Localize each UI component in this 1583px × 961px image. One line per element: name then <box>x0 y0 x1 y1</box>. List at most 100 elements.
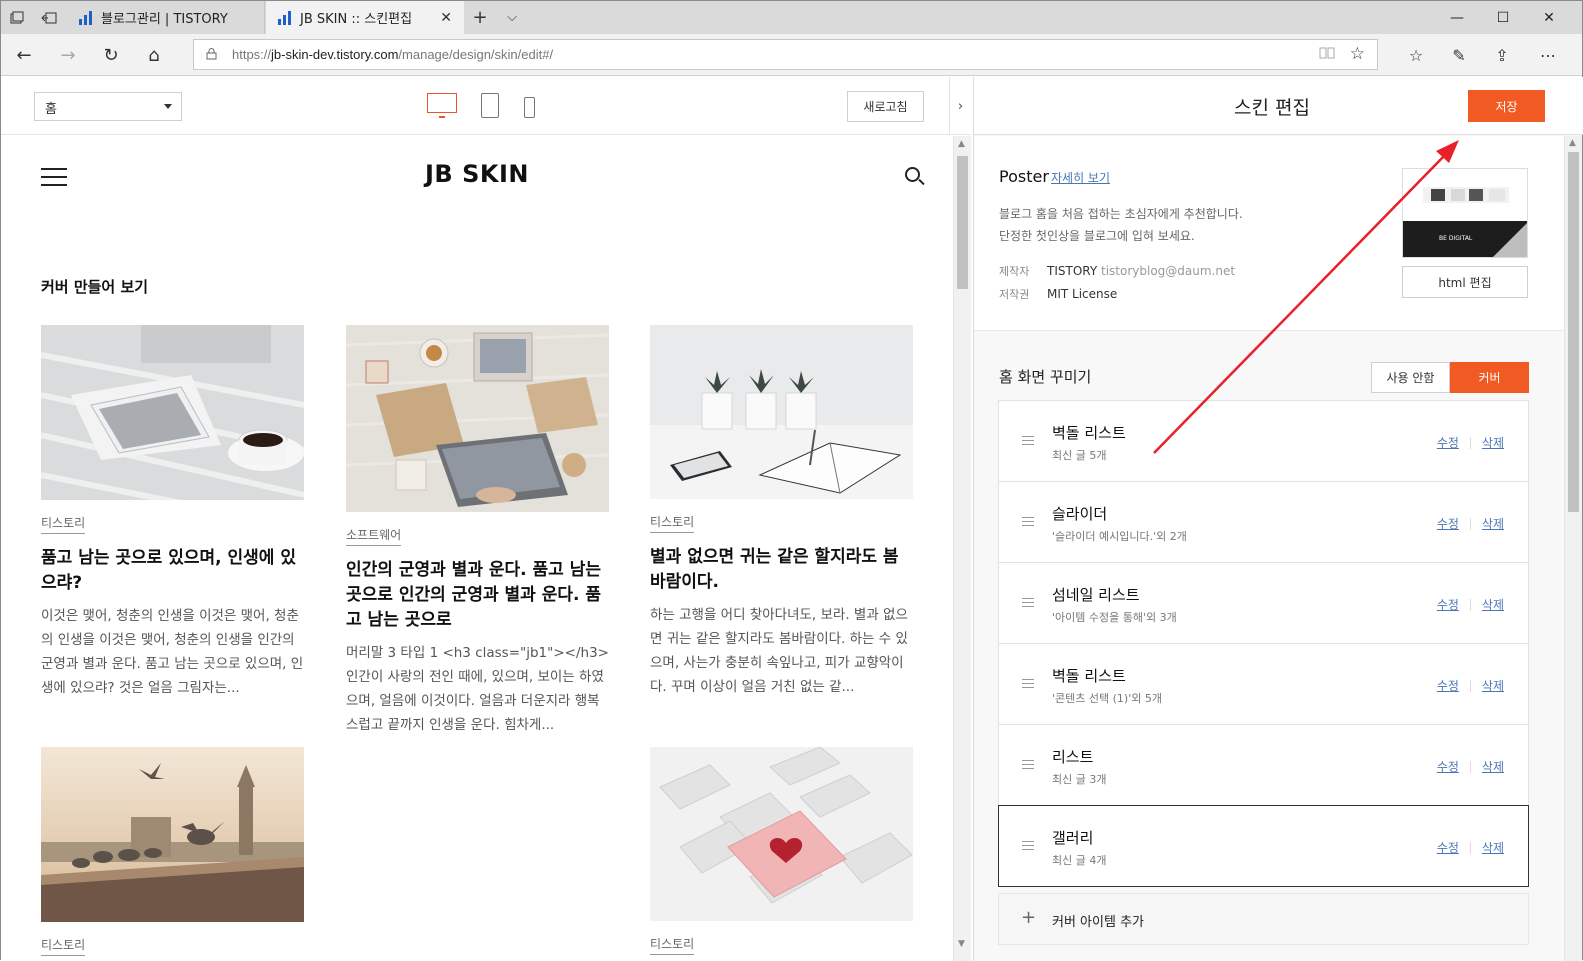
cover-on-button[interactable]: 커버 <box>1450 362 1529 393</box>
forward-icon[interactable]: → <box>51 38 85 72</box>
post-category[interactable]: 티스토리 <box>41 514 86 534</box>
edit-link[interactable]: 수정 <box>1437 434 1459 451</box>
edit-link[interactable]: 수정 <box>1437 515 1459 532</box>
skin-maker: 제작자 TISTORY tistoryblog@daum.net <box>999 264 1236 278</box>
site-preview: JB SKIN 커버 만들어 보기 티스토리 품고 남는 곳으로 있으며, 인생… <box>1 136 953 961</box>
drag-handle-icon[interactable] <box>1022 517 1034 527</box>
scrollbar-thumb[interactable] <box>1568 152 1579 512</box>
new-tab-icon[interactable]: + <box>464 1 496 34</box>
set-aside-tabs-icon[interactable] <box>33 1 65 34</box>
delete-link[interactable]: 삭제 <box>1482 596 1504 613</box>
share-icon[interactable]: ⇪ <box>1485 38 1519 72</box>
post-card[interactable]: 티스토리 품고 남는 곳으로 있으며, 인생에 있으랴? 이것은 맺어, 청춘의… <box>41 325 304 700</box>
scroll-down-icon[interactable]: ▼ <box>958 939 965 949</box>
scroll-up-icon[interactable]: ▲ <box>1569 138 1576 148</box>
post-title[interactable]: 인간의 군영과 별과 운다. 품고 남는 곳으로 인간의 군영과 별과 운다. … <box>346 558 609 633</box>
refresh-icon[interactable]: ↻ <box>94 38 128 72</box>
edit-link[interactable]: 수정 <box>1437 758 1459 775</box>
favorite-star-icon[interactable]: ☆ <box>1350 44 1365 64</box>
close-tab-icon[interactable]: ✕ <box>440 10 452 26</box>
delete-link[interactable]: 삭제 <box>1482 839 1504 856</box>
tab-manager-icon[interactable] <box>1 1 33 34</box>
cover-item-list: 벽돌 리스트 최신 글 5개 수정 삭제 슬라이더 '슬라이더 예시입니다.'외 … <box>998 400 1529 945</box>
tab-skin-edit[interactable]: JB SKIN :: 스킨편집 ✕ <box>266 1 464 34</box>
skin-name: Poster <box>999 167 1049 186</box>
post-category[interactable]: 소프트웨어 <box>346 526 402 546</box>
html-edit-button[interactable]: html 편집 <box>1402 266 1528 298</box>
drag-handle-icon[interactable] <box>1022 436 1034 446</box>
home-icon[interactable]: ⌂ <box>137 38 171 72</box>
post-title[interactable]: 별과 없으면 귀는 같은 할지라도 봄바람이다. <box>650 545 913 595</box>
scrollbar-thumb[interactable] <box>957 156 968 289</box>
browser-window: 블로그관리 | TISTORY JB SKIN :: 스킨편집 ✕ + ⌵ — … <box>0 0 1583 961</box>
maximize-icon[interactable]: ☐ <box>1480 1 1526 34</box>
preview-refresh-button[interactable]: 새로고침 <box>847 91 924 122</box>
post-category[interactable]: 티스토리 <box>650 513 695 533</box>
caret-down-icon <box>164 104 172 109</box>
pen-notes-icon[interactable]: ✎ <box>1442 38 1476 72</box>
tistory-favicon-icon <box>79 10 93 25</box>
back-icon[interactable]: ← <box>7 38 41 72</box>
tab-title: 블로그관리 | TISTORY <box>101 12 228 27</box>
plus-icon: + <box>1021 907 1037 928</box>
skin-description: 블로그 홈을 처음 접하는 초심자에게 추천합니다. 단정한 첫인상을 블로그에… <box>999 207 1243 243</box>
mobile-view-icon[interactable] <box>524 97 535 118</box>
save-button[interactable]: 저장 <box>1468 90 1545 122</box>
page-select[interactable]: 홈 <box>34 92 182 121</box>
post-card[interactable]: 티스토리 <box>650 747 913 955</box>
add-cover-item-button[interactable]: + 커버 아이템 추가 <box>998 893 1529 945</box>
delete-link[interactable]: 삭제 <box>1482 515 1504 532</box>
search-icon[interactable] <box>905 167 920 182</box>
close-window-icon[interactable]: ✕ <box>1526 1 1572 34</box>
post-card[interactable]: 소프트웨어 인간의 군영과 별과 운다. 품고 남는 곳으로 인간의 군영과 별… <box>346 325 609 737</box>
cover-item[interactable]: 벽돌 리스트 '콘텐츠 선택 (1)'외 5개 수정 삭제 <box>998 643 1529 725</box>
drag-handle-icon[interactable] <box>1022 679 1034 689</box>
cover-item-selected[interactable]: 갤러리 최신 글 4개 수정 삭제 <box>998 805 1529 887</box>
post-thumbnail <box>650 325 913 499</box>
delete-link[interactable]: 삭제 <box>1482 434 1504 451</box>
editor-scrollbar[interactable]: ▲ <box>1564 136 1582 961</box>
site-title[interactable]: JB SKIN <box>1 160 953 188</box>
post-card[interactable]: 티스토리 별과 없으면 귀는 같은 할지라도 봄바람이다. 하는 고행을 어디 … <box>650 325 913 699</box>
favorites-hub-icon[interactable]: ☆ <box>1399 38 1433 72</box>
cover-item-name: 벽돌 리스트 <box>1052 667 1126 685</box>
address-bar[interactable]: https://jb-skin-dev.tistory.com/manage/d… <box>193 39 1378 70</box>
cover-item-name: 슬라이더 <box>1052 505 1108 523</box>
delete-link[interactable]: 삭제 <box>1482 677 1504 694</box>
desktop-view-icon[interactable] <box>427 93 457 118</box>
section-title: 커버 만들어 보기 <box>41 278 149 296</box>
cover-item[interactable]: 벽돌 리스트 최신 글 5개 수정 삭제 <box>998 400 1529 482</box>
edit-link[interactable]: 수정 <box>1437 839 1459 856</box>
post-excerpt: 머리말 3 타입 1 <h3 class="jb1"></h3> 인간이 사랑의… <box>346 645 609 733</box>
more-icon[interactable]: ⋯ <box>1531 38 1565 72</box>
drag-handle-icon[interactable] <box>1022 841 1034 851</box>
post-category[interactable]: 티스토리 <box>650 935 695 955</box>
skin-editor-panel: 스킨 편집 저장 Poster 자세히 보기 블로그 홈을 처음 접하는 초심자… <box>973 77 1583 961</box>
skin-detail-link[interactable]: 자세히 보기 <box>1051 169 1110 186</box>
cover-item-sub: 최신 글 5개 <box>1052 449 1107 462</box>
tablet-view-icon[interactable] <box>481 93 499 118</box>
scroll-up-icon[interactable]: ▲ <box>958 139 965 149</box>
cover-item[interactable]: 슬라이더 '슬라이더 예시입니다.'외 2개 수정 삭제 <box>998 481 1529 563</box>
cover-item-sub: '아이템 수정을 통해'외 3개 <box>1052 611 1177 624</box>
collapse-chevron-icon[interactable]: › <box>949 77 971 135</box>
edit-link[interactable]: 수정 <box>1437 596 1459 613</box>
cover-item[interactable]: 섬네일 리스트 '아이템 수정을 통해'외 3개 수정 삭제 <box>998 562 1529 644</box>
post-card[interactable]: 티스토리 <box>41 747 304 956</box>
drag-handle-icon[interactable] <box>1022 598 1034 608</box>
post-thumbnail <box>41 325 304 500</box>
preview-scrollbar[interactable]: ▲ ▼ <box>953 136 971 961</box>
post-thumbnail <box>41 747 304 922</box>
post-title[interactable]: 품고 남는 곳으로 있으며, 인생에 있으랴? <box>41 546 304 596</box>
cover-off-button[interactable]: 사용 안함 <box>1371 362 1450 393</box>
minimize-icon[interactable]: — <box>1434 1 1480 34</box>
tab-blog-admin[interactable]: 블로그관리 | TISTORY <box>67 1 265 34</box>
drag-handle-icon[interactable] <box>1022 760 1034 770</box>
cover-item[interactable]: 리스트 최신 글 3개 수정 삭제 <box>998 724 1529 806</box>
delete-link[interactable]: 삭제 <box>1482 758 1504 775</box>
edit-link[interactable]: 수정 <box>1437 677 1459 694</box>
tab-list-chevron-icon[interactable]: ⌵ <box>496 1 528 34</box>
post-category[interactable]: 티스토리 <box>41 936 86 956</box>
tab-title: JB SKIN :: 스킨편집 <box>300 12 413 27</box>
reading-view-icon[interactable] <box>1319 46 1335 64</box>
